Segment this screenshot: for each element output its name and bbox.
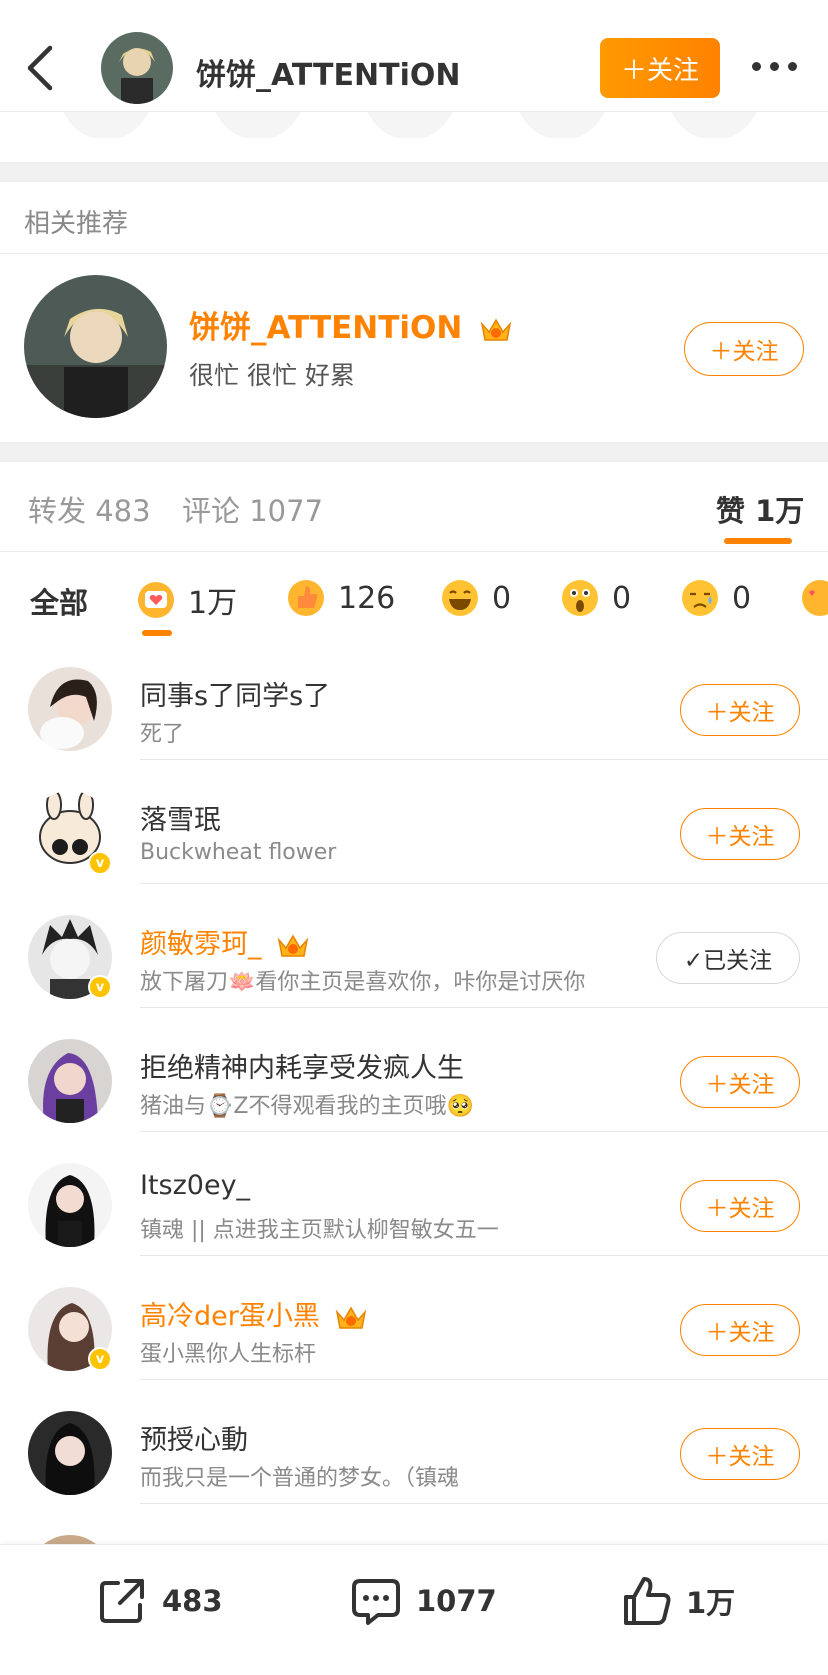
repost-button[interactable]: 483 <box>96 1575 223 1627</box>
reaction-heart[interactable]: 1万 <box>136 578 237 622</box>
avatar[interactable] <box>28 667 112 751</box>
related-follow-button[interactable]: ＋关注 <box>684 322 804 376</box>
heart-face-icon <box>138 582 174 618</box>
list-item[interactable]: Itsz0ey_ 镇魂 || 点进我主页默认柳智敏女五一 ＋关注 <box>0 1132 828 1256</box>
user-desc: 而我只是一个普通的梦女。（镇魂 <box>140 1466 460 1491</box>
list-item[interactable]: 同事s了同学s了 死了 ＋关注 <box>0 636 828 760</box>
reaction-more[interactable] <box>800 578 828 618</box>
back-icon[interactable] <box>22 44 62 94</box>
list-item[interactable]: 拒绝精神内耗享受发疯人生 猪油与⌚Z不得观看我的主页哦🥺 ＋关注 <box>0 1008 828 1132</box>
verified-badge-icon: v <box>88 1347 112 1371</box>
share-icon <box>100 1579 144 1623</box>
avatar[interactable] <box>28 1411 112 1495</box>
user-desc: 蛋小黑你人生标杆 <box>140 1342 317 1367</box>
comment-icon <box>352 1579 400 1625</box>
reaction-sad[interactable]: 0 <box>680 578 751 618</box>
header-follow-button[interactable]: ＋关注 <box>600 38 720 98</box>
comment-button[interactable]: 1077 <box>350 1575 497 1627</box>
user-name[interactable]: 拒绝精神内耗享受发疯人生 <box>140 1046 464 1085</box>
verified-badge-icon: v <box>88 851 112 875</box>
thumbs-up-outline-icon <box>624 1577 671 1625</box>
tab-comment[interactable]: 评论 1077 <box>182 488 323 530</box>
tab-active-indicator <box>724 538 792 544</box>
section-gap <box>0 442 828 462</box>
top-bar: 饼饼_ATTENTiON ＋关注 <box>0 0 828 112</box>
follow-button[interactable]: ＋关注 <box>680 1304 800 1356</box>
list-item[interactable]: v 颜敏雰珂_ 放下屠刀🪷看你主页是喜欢你，咔你是讨厌你 ✓已关注 <box>0 884 828 1008</box>
thumbs-up-icon <box>288 580 324 616</box>
section-gap <box>0 162 828 182</box>
follow-button[interactable]: ＋关注 <box>680 1428 800 1480</box>
verified-badge-icon: v <box>88 975 112 999</box>
page: 饼饼_ATTENTiON ＋关注 相关推荐 饼饼_ATTENTiON 很忙 很忙… <box>0 0 828 1675</box>
avatar[interactable] <box>28 1163 112 1247</box>
bottom-action-bar: 483 1077 1万 <box>0 1544 828 1675</box>
user-desc: 镇魂 || 点进我主页默认柳智敏女五一 <box>140 1218 499 1243</box>
user-name[interactable]: 预授心動 <box>140 1418 248 1457</box>
user-name[interactable]: 落雪珉 <box>140 798 221 837</box>
related-section-title: 相关推荐 <box>24 209 129 239</box>
avatar[interactable] <box>28 1039 112 1123</box>
sad-icon <box>682 580 718 616</box>
vip-crown-icon <box>277 934 309 957</box>
interaction-tabs: 转发 483 评论 1077 赞 1万 <box>0 462 828 552</box>
tab-repost[interactable]: 转发 483 <box>28 488 151 530</box>
more-options-icon[interactable] <box>752 56 800 76</box>
laughing-icon <box>442 580 478 616</box>
tab-like[interactable]: 赞 1万 <box>716 488 804 530</box>
reaction-laugh[interactable]: 0 <box>440 578 511 618</box>
list-item[interactable]: v 高冷der蛋小黑 蛋小黑你人生标杆 ＋关注 <box>0 1256 828 1380</box>
user-name[interactable]: 颜敏雰珂_ <box>140 922 310 961</box>
user-desc: Buckwheat flower <box>140 840 337 865</box>
follow-button[interactable]: ＋关注 <box>680 1180 800 1232</box>
list-item[interactable]: v 落雪珉 Buckwheat flower ＋关注 <box>0 760 828 884</box>
header-avatar[interactable] <box>101 32 173 104</box>
user-name[interactable]: Itsz0ey_ <box>140 1170 250 1201</box>
heart-eyes-icon <box>802 580 828 616</box>
follow-button[interactable]: ＋关注 <box>680 808 800 860</box>
user-name[interactable]: 同事s了同学s了 <box>140 674 330 713</box>
related-user-name[interactable]: 饼饼_ATTENTiON <box>189 302 513 347</box>
reaction-thumbs-up[interactable]: 126 <box>286 578 395 618</box>
reaction-filter-bar: 全部 1万 126 0 0 0 <box>0 556 828 636</box>
header-username[interactable]: 饼饼_ATTENTiON <box>196 50 460 94</box>
user-name[interactable]: 高冷der蛋小黑 <box>140 1294 368 1333</box>
follow-button[interactable]: ＋关注 <box>680 1056 800 1108</box>
partial-avatar-strip <box>0 108 828 138</box>
list-item[interactable]: 预授心動 而我只是一个普通的梦女。（镇魂 ＋关注 <box>0 1380 828 1504</box>
follow-button[interactable]: ＋关注 <box>680 684 800 736</box>
surprised-icon <box>562 580 598 616</box>
liker-list: 同事s了同学s了 死了 ＋关注 v 落雪珉 Buckwheat flower ＋… <box>0 636 828 1628</box>
divider <box>0 253 828 254</box>
reaction-surprised[interactable]: 0 <box>560 578 631 618</box>
like-button[interactable]: 1万 <box>620 1575 735 1627</box>
related-user-avatar[interactable] <box>24 275 167 418</box>
vip-crown-icon <box>336 1306 367 1329</box>
user-desc: 死了 <box>140 722 185 747</box>
related-user-desc: 很忙 很忙 好累 <box>189 361 355 390</box>
user-desc: 猪油与⌚Z不得观看我的主页哦🥺 <box>140 1094 474 1119</box>
user-desc: 放下屠刀🪷看你主页是喜欢你，咔你是讨厌你 <box>140 970 586 995</box>
following-button[interactable]: ✓已关注 <box>656 932 800 984</box>
reaction-all[interactable]: 全部 <box>30 580 88 622</box>
vip-crown-icon <box>480 318 512 341</box>
